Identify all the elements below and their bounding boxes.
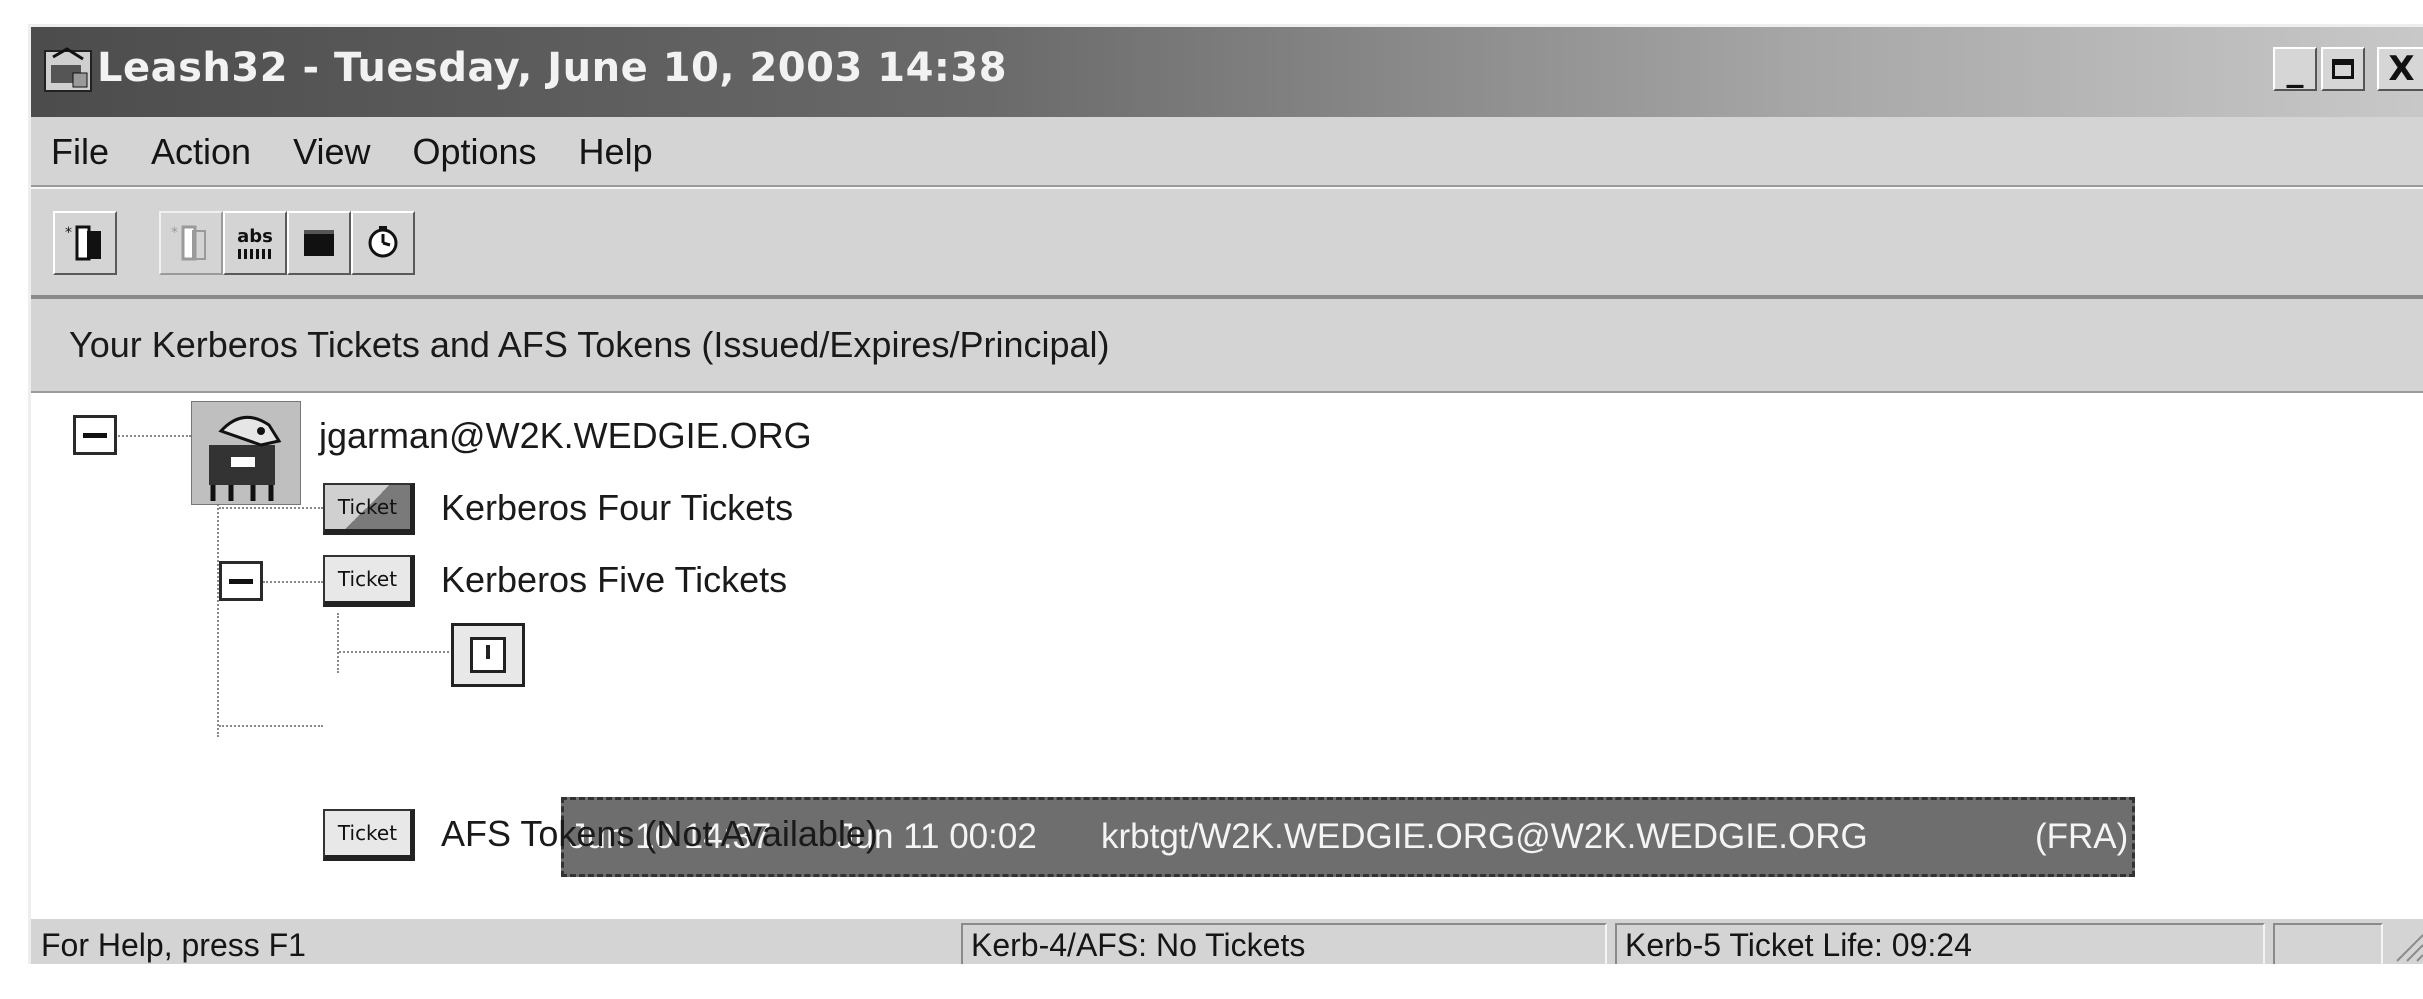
krb4-ticket-icon: Ticket	[323, 483, 415, 535]
abc-password-icon: abs	[237, 225, 273, 259]
status-bar: For Help, press F1 Kerb-4/AFS: No Ticket…	[31, 923, 2423, 964]
tree-line	[219, 507, 323, 509]
afs-label[interactable]: AFS Tokens (Not Available)	[441, 813, 878, 855]
resize-grip-icon[interactable]	[2391, 929, 2423, 963]
clock-icon	[368, 226, 398, 258]
minimize-button[interactable]: _	[2273, 47, 2317, 91]
maximize-button[interactable]	[2321, 47, 2365, 91]
krb5-icon-text: Ticket	[337, 567, 398, 591]
title-bar[interactable]: Leash32 - Tuesday, June 10, 2003 14:38 _…	[31, 27, 2423, 117]
ticket-principal: krbtgt/W2K.WEDGIE.ORG@W2K.WEDGIE.ORG	[1101, 817, 1868, 856]
tree-line	[339, 651, 449, 653]
krb5-ticket-icon: Ticket	[323, 555, 415, 607]
minus-icon	[83, 432, 107, 438]
menu-options[interactable]: Options	[412, 131, 536, 173]
tree-line	[263, 581, 323, 583]
leash32-window: Leash32 - Tuesday, June 10, 2003 14:38 _…	[28, 24, 2423, 964]
close-button[interactable]: X	[2377, 47, 2423, 91]
maximize-icon	[2332, 59, 2354, 79]
collapse-krb5-toggle[interactable]	[219, 561, 263, 601]
window-title: Leash32 - Tuesday, June 10, 2003 14:38	[97, 45, 1008, 91]
ticket-new-icon: *	[65, 225, 101, 261]
sync-time-button[interactable]	[351, 211, 415, 275]
menu-view[interactable]: View	[293, 131, 370, 173]
status-help: For Help, press F1	[41, 926, 306, 963]
change-password-button[interactable]: abs	[223, 211, 287, 275]
status-extra	[2273, 923, 2383, 964]
status-krb4: Kerb-4/AFS: No Tickets	[961, 923, 1607, 964]
krb4-label[interactable]: Kerberos Four Tickets	[441, 487, 793, 529]
toolbar: * * abs	[31, 189, 2423, 289]
panel-header: Your Kerberos Tickets and AFS Tokens (Is…	[31, 299, 2423, 393]
tree-line	[217, 469, 219, 737]
krb4-icon-text: Ticket	[337, 495, 398, 519]
krb5-label[interactable]: Kerberos Five Tickets	[441, 559, 787, 601]
ticket-entry-icon	[451, 623, 525, 687]
principal-label[interactable]: jgarman@W2K.WEDGIE.ORG	[319, 415, 812, 457]
svg-text:*: *	[171, 225, 178, 241]
ticket-flags: (FRA)	[2035, 817, 2129, 856]
collapse-principal-toggle[interactable]	[73, 415, 117, 455]
tree-line	[337, 613, 339, 673]
menu-file[interactable]: File	[51, 131, 109, 173]
menu-bar: File Action View Options Help	[31, 119, 2423, 185]
svg-text:*: *	[65, 225, 72, 241]
get-tickets-button[interactable]: *	[53, 211, 117, 275]
afs-ticket-icon: Ticket	[323, 809, 415, 861]
principal-dog-icon	[191, 401, 301, 505]
status-krb5: Kerb-5 Ticket Life: 09:24	[1615, 923, 2265, 964]
menu-help[interactable]: Help	[579, 131, 653, 173]
renew-tickets-button[interactable]: *	[159, 211, 223, 275]
leash-app-icon	[44, 47, 92, 92]
abc-label: abs	[237, 225, 273, 247]
tickets-panel: Your Kerberos Tickets and AFS Tokens (Is…	[31, 295, 2423, 919]
menu-action[interactable]: Action	[151, 131, 251, 173]
black-square-icon	[304, 230, 334, 256]
destroy-tickets-button[interactable]	[287, 211, 351, 275]
minus-icon	[229, 578, 253, 584]
ticket-renew-icon: *	[171, 225, 206, 261]
tree-line	[219, 725, 323, 727]
afs-icon-text: Ticket	[337, 821, 398, 845]
